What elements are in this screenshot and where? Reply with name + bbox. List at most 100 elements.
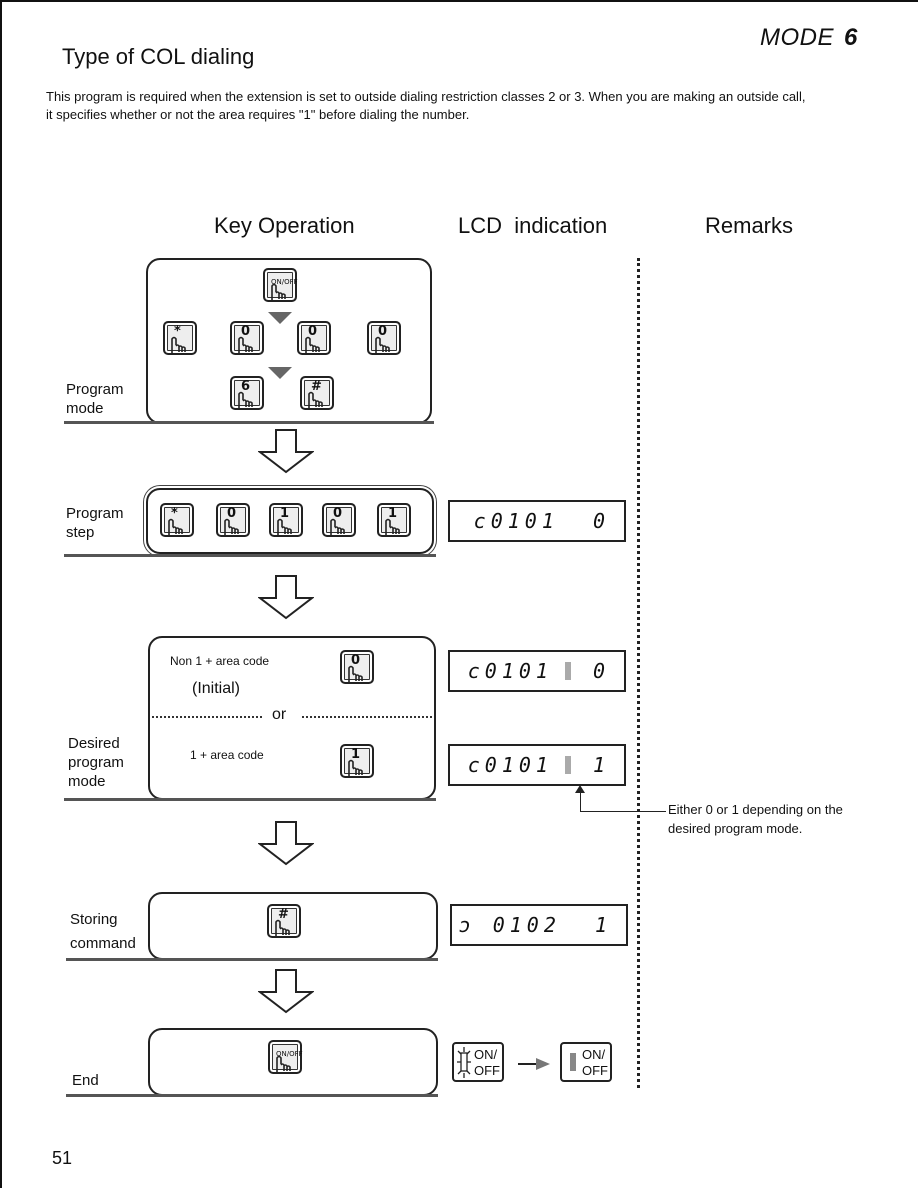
pressing-finger-icon xyxy=(305,336,320,353)
flow-arrow-down-icon xyxy=(258,575,314,620)
option-initial-note: (Initial) xyxy=(192,680,241,697)
pressing-finger-icon xyxy=(348,759,363,776)
separator-dots-left xyxy=(152,716,262,718)
mode-indicator: MODE 6 xyxy=(760,24,858,52)
key-1[interactable]: 1 xyxy=(340,744,374,778)
pressing-finger-icon xyxy=(238,391,253,408)
intro-line-1: This program is required when the extens… xyxy=(46,89,806,104)
mode-label: MODE xyxy=(760,24,834,51)
flow-arrow-down-icon xyxy=(258,969,314,1014)
key-1[interactable]: 1 xyxy=(269,503,303,537)
program-mode-label-line2: mode xyxy=(66,400,104,417)
desired-mode-label-line1: Desired xyxy=(68,735,120,752)
leader-line-horizontal xyxy=(580,811,666,812)
program-mode-label: Program mode xyxy=(66,380,124,418)
key-star[interactable]: * xyxy=(163,321,197,355)
pressing-finger-icon xyxy=(385,518,400,535)
lcd-blinking-cursor xyxy=(564,662,571,680)
page-border-top xyxy=(0,0,918,2)
pressing-finger-icon xyxy=(171,336,186,353)
pressing-finger-icon xyxy=(276,1055,291,1072)
end-baseline xyxy=(66,1094,438,1097)
page-border-left xyxy=(0,0,2,1188)
storing-command-label-line2: command xyxy=(70,935,136,952)
lcd-value: 0 xyxy=(592,659,610,683)
lcd-program-step: c0101 0 xyxy=(448,500,626,542)
storing-command-label-line1: Storing xyxy=(70,911,118,928)
key-0[interactable]: 0 xyxy=(216,503,250,537)
on-off-indicator-lit: ON/ OFF xyxy=(452,1042,504,1082)
key-6[interactable]: 6 xyxy=(230,376,264,410)
key-1[interactable]: 1 xyxy=(377,503,411,537)
remark-note: Either 0 or 1 depending on the desired p… xyxy=(668,800,843,838)
desired-mode-baseline xyxy=(64,798,436,801)
pressing-finger-icon xyxy=(224,518,239,535)
option-non-1-area-code: Non 1 + area code xyxy=(170,654,270,668)
remark-line-1: Either 0 or 1 depending on the xyxy=(668,802,843,817)
key-hash[interactable]: # xyxy=(300,376,334,410)
program-mode-label-line1: Program xyxy=(66,381,124,398)
flow-arrow-down-icon xyxy=(258,821,314,866)
key-0[interactable]: 0 xyxy=(367,321,401,355)
pressing-finger-icon xyxy=(271,283,286,300)
intro-paragraph: This program is required when the extens… xyxy=(46,88,876,124)
intro-line-2: it specifies whether or not the area req… xyxy=(46,107,470,122)
down-triangle-icon xyxy=(268,367,292,379)
down-triangle-icon xyxy=(268,312,292,324)
flow-arrow-down-icon xyxy=(258,429,314,474)
program-mode-baseline xyxy=(64,421,434,424)
column-heading-lcd-indication: LCD indication xyxy=(458,213,608,238)
key-0[interactable]: 0 xyxy=(297,321,331,355)
on-off-indicator-text: ON/ OFF xyxy=(474,1047,500,1079)
pressing-finger-icon xyxy=(375,336,390,353)
pressing-finger-icon xyxy=(308,391,323,408)
key-on-off[interactable]: ON/OFF xyxy=(263,268,298,302)
program-step-label-line1: Program xyxy=(66,505,124,522)
lcd-option-1: c0101 1 xyxy=(448,744,626,786)
lcd-blinking-cursor xyxy=(564,756,571,774)
lcd-prefix: c0101 xyxy=(467,753,553,777)
on-off-indicator-text: ON/ OFF xyxy=(582,1047,608,1079)
key-0[interactable]: 0 xyxy=(340,650,374,684)
indicator-text-line1: ON/ xyxy=(474,1047,498,1062)
lcd-storing-command: ɔ 0102 1 xyxy=(450,904,628,946)
lcd-prefix: c0101 xyxy=(467,659,553,683)
key-star[interactable]: * xyxy=(160,503,194,537)
desired-mode-label: Desired program mode xyxy=(68,734,124,791)
indicator-lamp-flashing-icon xyxy=(457,1047,471,1078)
option-1-area-code: 1 + area code xyxy=(190,748,264,762)
storing-command-label: Storing command xyxy=(70,908,136,956)
on-off-indicator-off: ON/ OFF xyxy=(560,1042,612,1082)
separator-or: or xyxy=(272,706,287,723)
separator-dots-right xyxy=(302,716,432,718)
indicator-text-line1: ON/ xyxy=(582,1047,606,1062)
column-divider-dotted xyxy=(637,258,640,1088)
program-step-label: Program step xyxy=(66,504,124,542)
program-step-label-line2: step xyxy=(66,524,95,541)
end-label: End xyxy=(72,1072,99,1089)
program-step-baseline xyxy=(64,554,436,557)
indicator-text-line2: OFF xyxy=(474,1063,500,1078)
indicator-lamp-steady-icon xyxy=(570,1053,576,1071)
pressing-finger-icon xyxy=(348,665,363,682)
pressing-finger-icon xyxy=(275,919,290,936)
column-heading-key-operation: Key Operation xyxy=(214,213,355,238)
key-hash[interactable]: # xyxy=(267,904,301,938)
pressing-finger-icon xyxy=(168,518,183,535)
desired-mode-label-line2: program xyxy=(68,754,124,771)
mode-number: 6 xyxy=(844,24,858,51)
key-0[interactable]: 0 xyxy=(322,503,356,537)
storing-command-baseline xyxy=(66,958,438,961)
key-on-off[interactable]: ON/OFF xyxy=(268,1040,303,1074)
desired-mode-label-line3: mode xyxy=(68,773,106,790)
pressing-finger-icon xyxy=(238,336,253,353)
page-number: 51 xyxy=(52,1148,73,1168)
pressing-finger-icon xyxy=(330,518,345,535)
transition-arrow-right-icon xyxy=(518,1058,550,1070)
lcd-option-non-1: c0101 0 xyxy=(448,650,626,692)
leader-line-vertical xyxy=(580,790,581,812)
key-0[interactable]: 0 xyxy=(230,321,264,355)
pressing-finger-icon xyxy=(277,518,292,535)
page-title: Type of COL dialing xyxy=(62,44,255,69)
lcd-value: 1 xyxy=(592,753,610,777)
